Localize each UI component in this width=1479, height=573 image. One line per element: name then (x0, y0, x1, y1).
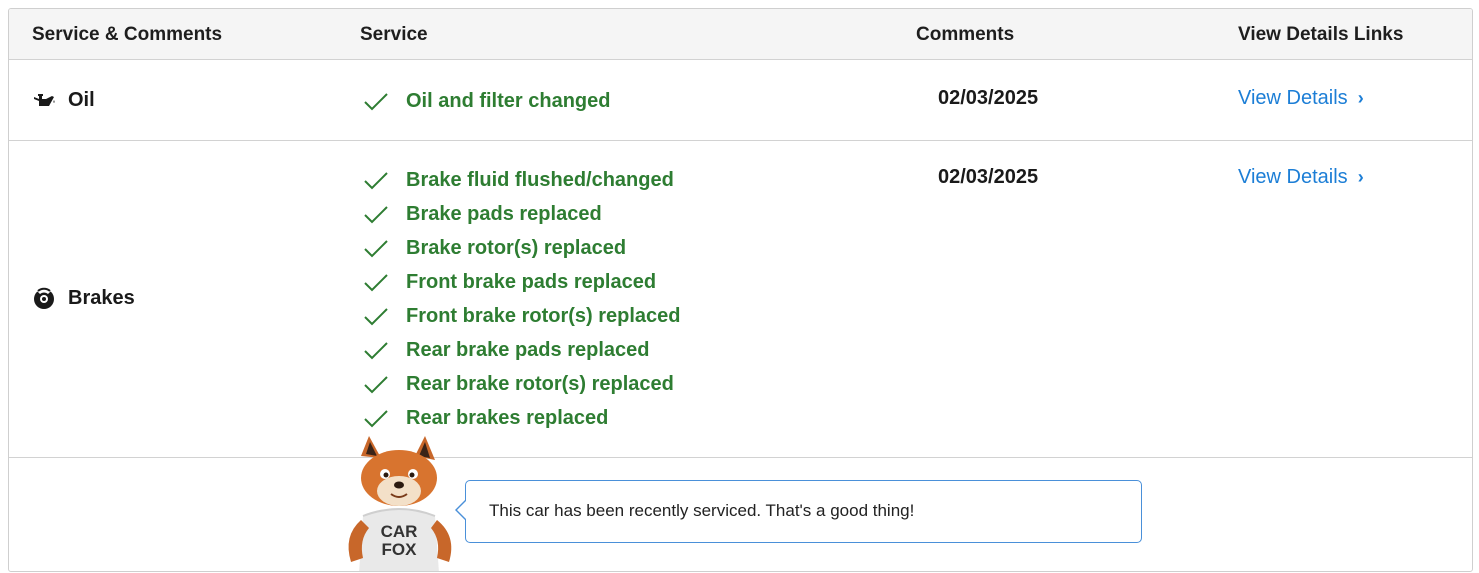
service-date: 02/03/2025 (938, 166, 1039, 188)
check-icon (364, 93, 388, 111)
header-view-details-links: View Details Links (1238, 24, 1404, 45)
service-list: Brake fluid flushed/changed Brake pads r… (362, 163, 681, 435)
service-item: Rear brakes replaced (362, 401, 681, 435)
mascot-shirt-line1: CAR (381, 522, 418, 541)
view-details-label: View Details (1238, 87, 1348, 109)
check-icon (364, 410, 388, 428)
header-service: Service (360, 24, 428, 45)
table-header: Service & Comments Service Comments View… (9, 9, 1472, 60)
service-history-table: Service & Comments Service Comments View… (8, 8, 1473, 572)
service-label: Front brake rotor(s) replaced (406, 304, 681, 327)
service-list: Oil and filter changed (362, 84, 610, 118)
service-item: Front brake pads replaced (362, 265, 681, 299)
service-item: Brake rotor(s) replaced (362, 231, 681, 265)
table-row-oil: Oil Oil and filter changed 02/03/2025 Vi… (9, 60, 1472, 141)
chevron-right-icon: › (1357, 88, 1364, 108)
view-details-link-oil[interactable]: View Details › (1238, 87, 1364, 110)
table-row-brakes: Brakes Brake fluid flushed/changed Brake… (9, 141, 1472, 458)
check-icon (364, 240, 388, 258)
category-oil: Oil (32, 88, 95, 112)
service-date: 02/03/2025 (938, 87, 1039, 109)
category-brakes: Brakes (32, 286, 135, 310)
mascot-row: CAR FOX This car has been recently servi… (9, 436, 1472, 571)
carfox-mascot-icon: CAR FOX (348, 436, 452, 571)
service-label: Rear brakes replaced (406, 406, 609, 429)
check-icon (364, 342, 388, 360)
check-icon (364, 206, 388, 224)
chevron-right-icon: › (1357, 167, 1364, 187)
service-label: Rear brake pads replaced (406, 338, 650, 361)
oil-can-icon (34, 94, 55, 106)
service-label: Oil and filter changed (406, 89, 611, 112)
service-item: Rear brake pads replaced (362, 333, 681, 367)
header-comments: Comments (916, 24, 1015, 45)
check-icon (364, 376, 388, 394)
category-label: Oil (68, 88, 95, 111)
service-label: Brake pads replaced (406, 202, 602, 225)
service-item: Front brake rotor(s) replaced (362, 299, 681, 333)
service-item: Brake fluid flushed/changed (362, 163, 681, 197)
speech-bubble: This car has been recently serviced. Tha… (455, 480, 1142, 543)
service-item: Rear brake rotor(s) replaced (362, 367, 681, 401)
service-label: Front brake pads replaced (406, 270, 657, 293)
check-icon (364, 308, 388, 326)
check-icon (364, 274, 388, 292)
service-label: Brake fluid flushed/changed (406, 168, 674, 191)
view-details-link-brakes[interactable]: View Details › (1238, 166, 1364, 189)
service-label: Rear brake rotor(s) replaced (406, 372, 674, 395)
service-label: Brake rotor(s) replaced (406, 236, 627, 259)
check-icon (364, 172, 388, 190)
brake-disc-icon (34, 287, 54, 309)
mascot-message: This car has been recently serviced. Tha… (489, 501, 915, 520)
mascot-shirt-line2: FOX (382, 540, 418, 559)
category-label: Brakes (68, 286, 135, 309)
header-service-comments: Service & Comments (32, 24, 223, 45)
service-item: Oil and filter changed (362, 84, 610, 118)
view-details-label: View Details (1238, 166, 1348, 188)
service-item: Brake pads replaced (362, 197, 681, 231)
